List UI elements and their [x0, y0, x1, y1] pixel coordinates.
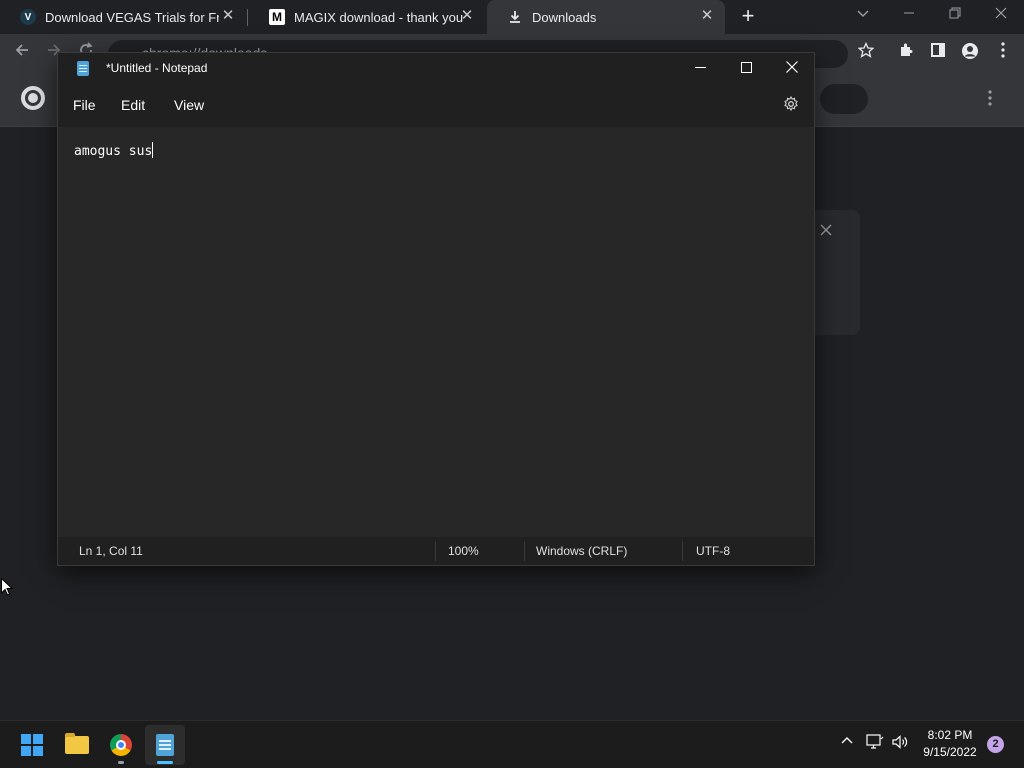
vegas-favicon-icon: V [20, 9, 36, 25]
menu-bar: File Edit View [58, 85, 814, 127]
status-zoom: 100% [448, 544, 479, 558]
running-indicator [118, 761, 124, 764]
tab-title: Downloads [532, 9, 597, 25]
tab-separator [247, 9, 248, 26]
status-separator [682, 541, 683, 561]
status-separator [524, 541, 525, 561]
download-remove-icon[interactable] [818, 224, 834, 240]
taskbar-notepad[interactable] [145, 725, 185, 765]
tab-close-icon[interactable]: ✕ [699, 8, 715, 24]
chrome-logo-icon [21, 86, 45, 110]
volume-icon[interactable] [891, 734, 909, 752]
tab-search-icon[interactable] [851, 6, 875, 26]
close-button[interactable] [769, 53, 815, 85]
start-button[interactable] [12, 725, 52, 765]
editor-content: amogus sus [74, 142, 154, 159]
tab-downloads[interactable]: Downloads ✕ [487, 0, 725, 34]
status-separator [435, 541, 436, 561]
text-editor-area[interactable]: amogus sus [58, 127, 814, 537]
downloads-search-field[interactable] [820, 84, 868, 114]
editor-text: amogus sus [74, 144, 153, 159]
back-icon[interactable] [12, 42, 32, 62]
active-indicator [157, 761, 173, 764]
chrome-icon [110, 734, 132, 756]
download-icon [507, 9, 523, 25]
notepad-icon [156, 734, 174, 756]
text-caret [152, 142, 154, 158]
tab-strip: V Download VEGAS Trials for Free | ✕ M M… [0, 0, 1024, 34]
side-panel-icon[interactable] [928, 42, 948, 62]
bookmark-star-icon[interactable] [856, 41, 876, 62]
tab-close-icon[interactable]: ✕ [459, 8, 475, 24]
settings-gear-icon[interactable] [782, 95, 800, 114]
tab-title: MAGIX download - thank you [294, 9, 464, 25]
magix-favicon-icon: M [269, 9, 285, 25]
maximize-button[interactable] [723, 53, 769, 85]
windows-logo-icon [21, 734, 43, 756]
taskbar-chrome[interactable] [101, 725, 141, 765]
chrome-close-icon[interactable] [989, 6, 1013, 26]
extensions-puzzle-icon[interactable] [896, 42, 916, 62]
tab-title: Download VEGAS Trials for Free | [45, 9, 219, 25]
downloads-menu-icon[interactable] [982, 90, 998, 110]
network-icon[interactable] [866, 734, 884, 752]
notepad-app-icon [77, 61, 89, 76]
window-title: *Untitled - Notepad [106, 61, 208, 75]
tab-close-icon[interactable]: ✕ [220, 8, 236, 24]
menu-view[interactable]: View [174, 97, 204, 113]
new-tab-button[interactable]: + [738, 5, 758, 28]
menu-edit[interactable]: Edit [121, 97, 145, 113]
taskbar-file-explorer[interactable] [57, 725, 97, 765]
tab-vegas[interactable]: V Download VEGAS Trials for Free | ✕ [0, 0, 246, 34]
show-hidden-icons-chevron-icon[interactable] [838, 734, 856, 752]
chrome-menu-icon[interactable] [993, 42, 1013, 62]
chrome-restore-icon[interactable] [943, 6, 967, 26]
notepad-titlebar[interactable]: *Untitled - Notepad [58, 53, 814, 85]
taskbar-clock-time[interactable]: 8:02 PM [910, 728, 990, 742]
taskbar-clock-date[interactable]: 9/15/2022 [910, 745, 990, 759]
notification-badge[interactable]: 2 [987, 736, 1004, 753]
status-encoding: UTF-8 [696, 544, 730, 558]
minimize-button[interactable] [677, 53, 723, 85]
notepad-window: *Untitled - Notepad File Edit View amogu… [57, 52, 815, 566]
tab-magix[interactable]: M MAGIX download - thank you ✕ [249, 0, 485, 34]
mouse-pointer-icon [0, 577, 14, 596]
status-cursor-position: Ln 1, Col 11 [79, 544, 143, 558]
chrome-minimize-icon[interactable] [897, 6, 921, 26]
status-bar: Ln 1, Col 11 100% Windows (CRLF) UTF-8 [58, 537, 814, 565]
folder-icon [65, 733, 89, 754]
status-line-ending: Windows (CRLF) [536, 544, 628, 558]
profile-avatar-icon[interactable] [960, 42, 980, 62]
menu-file[interactable]: File [73, 97, 96, 113]
